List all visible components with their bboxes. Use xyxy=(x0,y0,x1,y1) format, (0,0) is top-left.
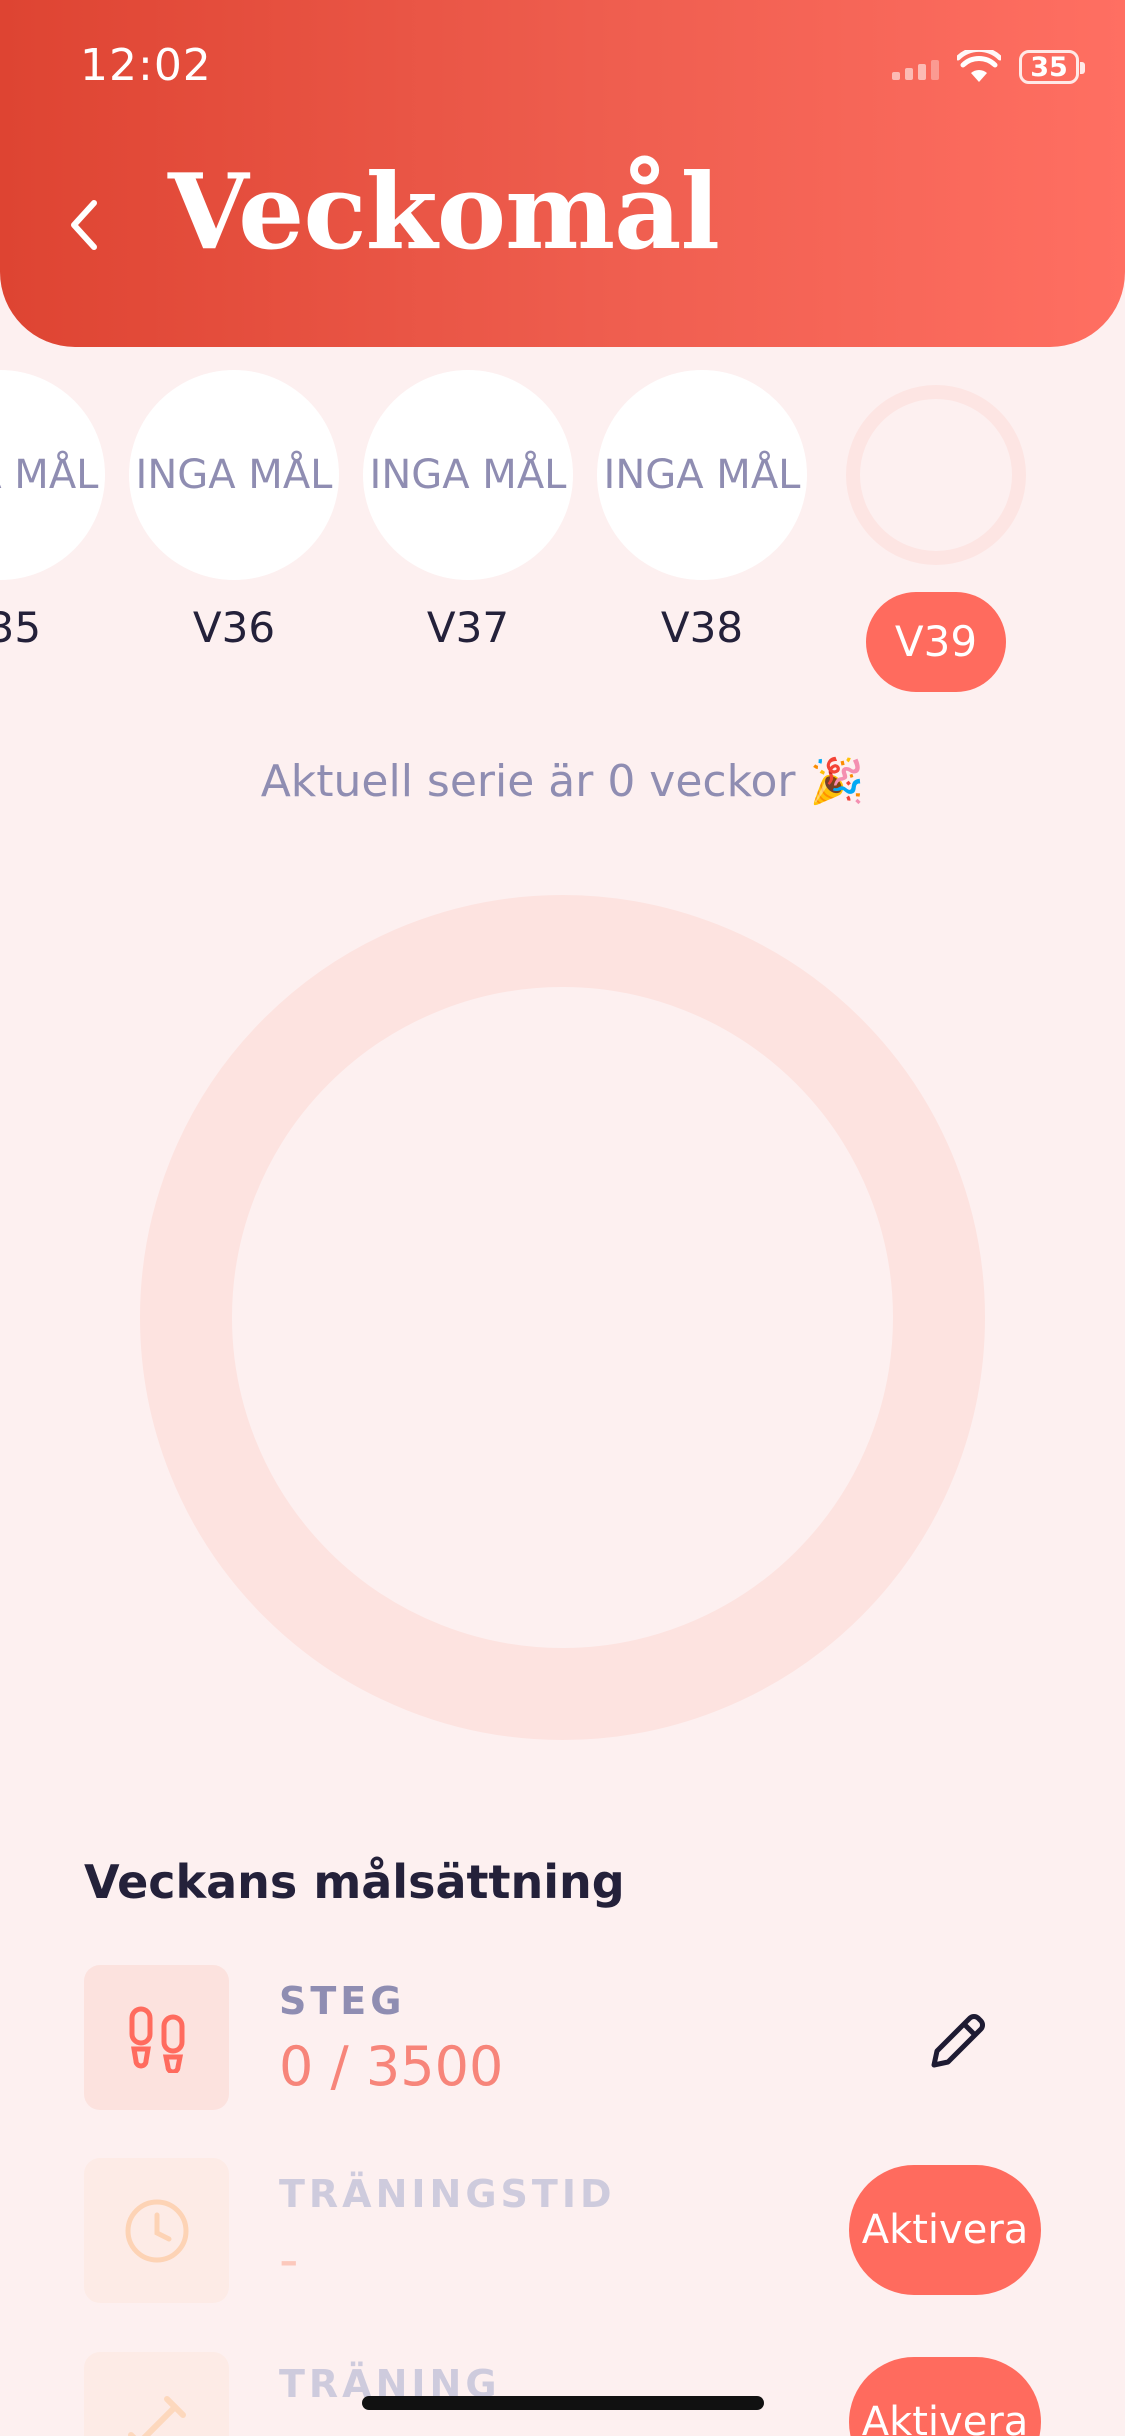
week-circle: INGA MÅL xyxy=(597,370,807,580)
status-icons: 35 xyxy=(892,50,1085,84)
goal-label: TRÄNINGSTID xyxy=(279,2172,616,2216)
week-circle-current xyxy=(846,385,1026,565)
section-title: Veckans målsättning xyxy=(84,1855,625,1909)
week-item-v37[interactable]: INGA MÅL V37 xyxy=(363,370,573,700)
goal-icon-box xyxy=(84,1965,229,2110)
week-item-v35[interactable]: INGA MÅL V35 xyxy=(0,370,105,700)
week-label-active: V39 xyxy=(866,592,1006,692)
chevron-left-icon xyxy=(71,200,97,250)
activate-button[interactable]: Aktivera xyxy=(849,2165,1041,2295)
goal-row-steps: STEG 0 / 3500 xyxy=(84,1965,1084,2115)
week-label: V38 xyxy=(660,603,744,652)
back-button[interactable] xyxy=(58,190,108,260)
home-indicator xyxy=(362,2396,764,2410)
header-bar: 12:02 35 Veckomål xyxy=(0,0,1125,347)
week-item-v38[interactable]: INGA MÅL V38 xyxy=(597,370,807,700)
activate-button[interactable]: Aktivera xyxy=(849,2357,1041,2436)
week-label: V37 xyxy=(426,603,510,652)
dumbbell-icon xyxy=(127,2395,186,2436)
week-circle: INGA MÅL xyxy=(0,370,105,580)
signal-icon xyxy=(892,54,939,80)
week-item-v36[interactable]: INGA MÅL V36 xyxy=(129,370,339,700)
pencil-icon xyxy=(931,2014,985,2068)
status-time: 12:02 xyxy=(80,40,212,91)
week-label: V36 xyxy=(192,603,276,652)
goal-value: 0 / 3500 xyxy=(279,2035,504,2098)
goal-icon-box xyxy=(84,2158,229,2303)
clock-icon xyxy=(125,2199,188,2262)
week-circle: INGA MÅL xyxy=(363,370,573,580)
week-circle: INGA MÅL xyxy=(129,370,339,580)
footsteps-icon xyxy=(129,2006,184,2073)
wifi-icon xyxy=(957,50,1001,82)
progress-ring xyxy=(140,895,985,1740)
week-selector: INGA MÅL V35 INGA MÅL V36 INGA MÅL V37 I… xyxy=(0,370,1125,700)
week-label: V35 xyxy=(0,603,42,652)
goal-value: - xyxy=(279,2228,299,2291)
week-item-v39[interactable]: V39 xyxy=(831,370,1041,700)
goal-icon-box xyxy=(84,2352,229,2436)
goal-label: STEG xyxy=(279,1979,406,2023)
battery-icon: 35 xyxy=(1019,50,1085,84)
goal-row-training-time: TRÄNINGSTID - Aktivera xyxy=(84,2158,1084,2308)
page-title: Veckomål xyxy=(168,150,720,273)
edit-button[interactable] xyxy=(904,1985,1014,2095)
goal-row-training: TRÄNING Aktivera xyxy=(84,2352,1084,2436)
streak-text: Aktuell serie är 0 veckor 🎉 xyxy=(260,756,865,807)
